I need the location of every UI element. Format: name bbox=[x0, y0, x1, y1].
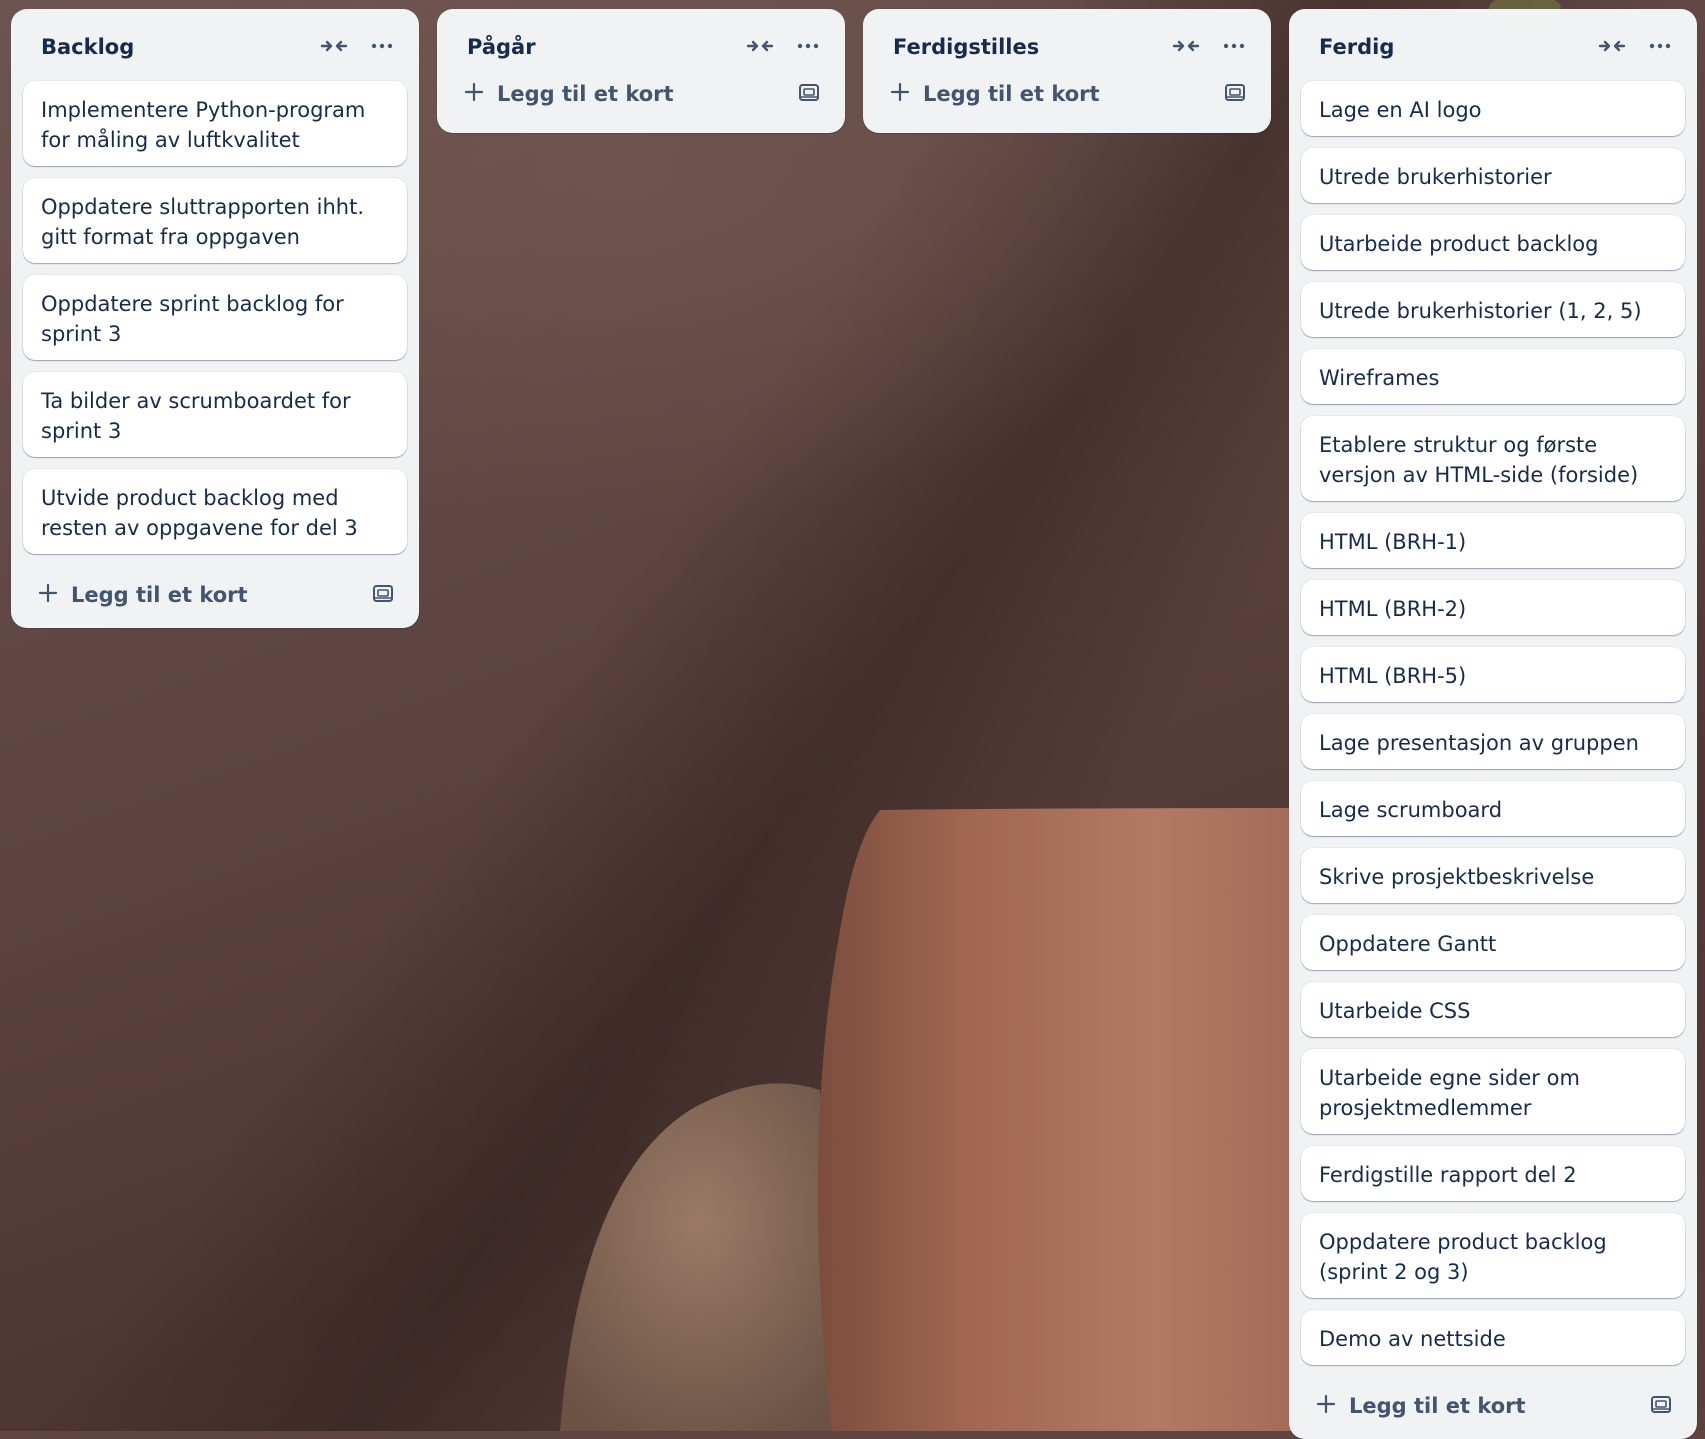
add-card-label: Legg til et kort bbox=[1349, 1394, 1526, 1418]
list-backlog: Backlog Implementere Python-program for … bbox=[11, 9, 419, 628]
list-options-button[interactable] bbox=[1215, 29, 1253, 63]
card[interactable]: Lage presentasjon av gruppen bbox=[1301, 714, 1685, 769]
more-options-icon bbox=[371, 43, 393, 49]
card[interactable]: HTML (BRH-1) bbox=[1301, 513, 1685, 568]
list-title[interactable]: Pågår bbox=[467, 35, 536, 59]
card-template-icon[interactable] bbox=[371, 582, 395, 606]
collapse-list-button[interactable] bbox=[1167, 29, 1205, 63]
card[interactable]: Etablere struktur og første versjon av H… bbox=[1301, 416, 1685, 501]
plus-icon bbox=[890, 82, 910, 102]
card[interactable]: Oppdatere sprint backlog for sprint 3 bbox=[23, 275, 407, 360]
card[interactable]: Implementere Python-program for måling a… bbox=[23, 81, 407, 166]
collapse-list-icon bbox=[1598, 40, 1626, 52]
add-card-label: Legg til et kort bbox=[497, 82, 674, 106]
card[interactable]: Utarbeide egne sider om prosjektmedlemme… bbox=[1301, 1049, 1685, 1134]
list-ferdigstilles: Ferdigstilles Legg til et kort bbox=[863, 9, 1271, 133]
plus-icon bbox=[464, 82, 484, 102]
collapse-list-icon bbox=[746, 40, 774, 52]
list-options-button[interactable] bbox=[1641, 29, 1679, 63]
card-template-icon[interactable] bbox=[1649, 1393, 1673, 1417]
add-card-button[interactable]: Legg til et kort bbox=[863, 65, 1271, 127]
card[interactable]: Demo av nettside bbox=[1301, 1310, 1685, 1365]
collapse-list-button[interactable] bbox=[1593, 29, 1631, 63]
card[interactable]: Utrede brukerhistorier bbox=[1301, 148, 1685, 203]
list-ferdig: Ferdig Lage en AI logo Utrede brukerhist… bbox=[1289, 9, 1697, 1439]
list-header: Ferdig bbox=[1289, 9, 1697, 81]
collapse-list-button[interactable] bbox=[741, 29, 779, 63]
list-title[interactable]: Backlog bbox=[41, 35, 134, 59]
list-title[interactable]: Ferdigstilles bbox=[893, 35, 1039, 59]
card-template-icon[interactable] bbox=[797, 81, 821, 105]
card[interactable]: Skrive prosjektbeskrivelse bbox=[1301, 848, 1685, 903]
card[interactable]: Lage scrumboard bbox=[1301, 781, 1685, 836]
add-card-label: Legg til et kort bbox=[71, 583, 248, 607]
card[interactable]: HTML (BRH-2) bbox=[1301, 580, 1685, 635]
add-card-button[interactable]: Legg til et kort bbox=[11, 566, 419, 628]
card[interactable]: Utarbeide product backlog bbox=[1301, 215, 1685, 270]
card[interactable]: Ferdigstille rapport del 2 bbox=[1301, 1146, 1685, 1201]
list-header: Backlog bbox=[11, 9, 419, 81]
add-card-label: Legg til et kort bbox=[923, 82, 1100, 106]
collapse-list-button[interactable] bbox=[315, 29, 353, 63]
card[interactable]: Oppdatere Gantt bbox=[1301, 915, 1685, 970]
list-options-button[interactable] bbox=[789, 29, 827, 63]
card[interactable]: Utarbeide CSS bbox=[1301, 982, 1685, 1037]
card[interactable]: Wireframes bbox=[1301, 349, 1685, 404]
list-title[interactable]: Ferdig bbox=[1319, 35, 1394, 59]
card[interactable]: Utvide product backlog med resten av opp… bbox=[23, 469, 407, 554]
collapse-list-icon bbox=[1172, 40, 1200, 52]
plus-icon bbox=[1316, 1394, 1336, 1414]
add-card-button[interactable]: Legg til et kort bbox=[437, 65, 845, 127]
more-options-icon bbox=[1649, 43, 1671, 49]
card[interactable]: Utrede brukerhistorier (1, 2, 5) bbox=[1301, 282, 1685, 337]
card[interactable]: Ta bilder av scrumboardet for sprint 3 bbox=[23, 372, 407, 457]
card[interactable]: Lage en AI logo bbox=[1301, 81, 1685, 136]
card[interactable]: HTML (BRH-5) bbox=[1301, 647, 1685, 702]
add-card-button[interactable]: Legg til et kort bbox=[1289, 1377, 1697, 1439]
plus-icon bbox=[38, 583, 58, 603]
card-list: Lage en AI logo Utrede brukerhistorier U… bbox=[1289, 81, 1697, 1365]
list-pagar: Pågår Legg til et kort bbox=[437, 9, 845, 133]
card[interactable]: Oppdatere sluttrapporten ihht. gitt form… bbox=[23, 178, 407, 263]
more-options-icon bbox=[1223, 43, 1245, 49]
card-template-icon[interactable] bbox=[1223, 81, 1247, 105]
collapse-list-icon bbox=[320, 40, 348, 52]
card-list: Implementere Python-program for måling a… bbox=[11, 81, 419, 554]
list-options-button[interactable] bbox=[363, 29, 401, 63]
card[interactable]: Oppdatere product backlog (sprint 2 og 3… bbox=[1301, 1213, 1685, 1298]
more-options-icon bbox=[797, 43, 819, 49]
